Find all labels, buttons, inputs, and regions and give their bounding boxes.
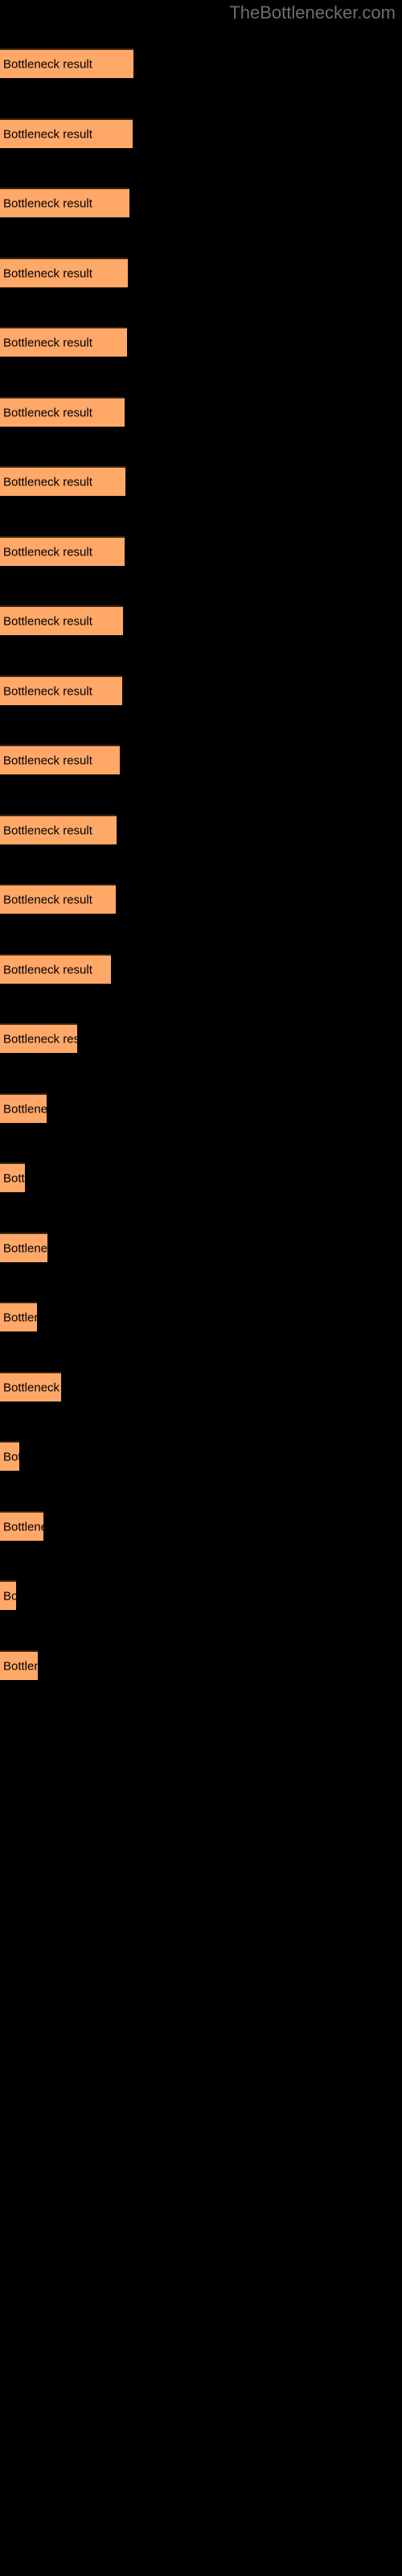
bar-3[interactable]: Bottleneck result (0, 188, 129, 217)
bar-6[interactable]: Bottleneck result (0, 397, 125, 427)
bar-11[interactable]: Bottleneck result (0, 745, 120, 774)
bar-row: Bottleneck result (0, 1232, 402, 1262)
bar-row: Bottleneck result (0, 1093, 402, 1123)
bar-label: Bottleneck result (3, 406, 92, 419)
bar-5[interactable]: Bottleneck result (0, 327, 127, 357)
bar-18[interactable]: Bottleneck result (0, 1232, 47, 1262)
bar-label: Bottleneck result (3, 1381, 61, 1394)
bar-row: Bottleneck result (0, 1302, 402, 1331)
bar-label: Bottleneck result (3, 196, 92, 210)
bar-row: Bottleneck result (0, 1511, 402, 1541)
bar-label: Bottleneck result (3, 1450, 19, 1463)
bar-row: Bottleneck result (0, 48, 402, 78)
bar-row: Bottleneck result (0, 1441, 402, 1471)
bar-row: Bottleneck result (0, 1162, 402, 1192)
bar-10[interactable]: Bottleneck result (0, 675, 122, 705)
bar-20[interactable]: Bottleneck result (0, 1372, 61, 1402)
bar-14[interactable]: Bottleneck result (0, 954, 111, 984)
bottleneck-bar-chart: Bottleneck result Bottleneck result Bottle… (0, 0, 402, 2576)
bar-row: Bottleneck result (0, 188, 402, 217)
bar-4[interactable]: Bottleneck result (0, 258, 128, 287)
bar-label: Bottleneck result (3, 57, 92, 71)
bar-24[interactable]: Bottleneck result (0, 1650, 38, 1680)
bar-label: Bottleneck result (3, 1102, 47, 1116)
bar-label: Bottleneck result (3, 266, 92, 280)
bar-row: Bottleneck result (0, 745, 402, 774)
bar-17[interactable]: Bottleneck result (0, 1162, 25, 1192)
bar-row: Bottleneck result (0, 815, 402, 844)
bar-label: Bottleneck result (3, 1032, 77, 1046)
bar-23[interactable]: Bottleneck result (0, 1580, 16, 1610)
bar-row: Bottleneck result (0, 397, 402, 427)
bar-row: Bottleneck result (0, 466, 402, 496)
bar-label: Bottleneck result (3, 475, 92, 489)
bar-row: Bottleneck result (0, 954, 402, 984)
bar-row: Bottleneck result (0, 327, 402, 357)
bar-8[interactable]: Bottleneck result (0, 536, 125, 566)
bar-12[interactable]: Bottleneck result (0, 815, 117, 844)
bar-row: Bottleneck result (0, 675, 402, 705)
bar-row: Bottleneck result (0, 1372, 402, 1402)
bar-label: Bottleneck result (3, 893, 92, 906)
bar-label: Bottleneck result (3, 684, 92, 698)
bar-21[interactable]: Bottleneck result (0, 1441, 19, 1471)
bar-16[interactable]: Bottleneck result (0, 1093, 47, 1123)
bar-label: Bottleneck result (3, 824, 92, 837)
bar-row: Bottleneck result (0, 1650, 402, 1680)
bar-row: Bottleneck result (0, 1023, 402, 1053)
bar-19[interactable]: Bottleneck result (0, 1302, 37, 1331)
bar-label: Bottleneck result (3, 1311, 37, 1324)
bar-15[interactable]: Bottleneck result (0, 1023, 77, 1053)
bar-2[interactable]: Bottleneck result (0, 118, 133, 148)
bar-label: Bottleneck result (3, 1171, 25, 1185)
bar-row: Bottleneck result (0, 1580, 402, 1610)
bar-row: Bottleneck result (0, 258, 402, 287)
bar-row: Bottleneck result (0, 118, 402, 148)
bar-22[interactable]: Bottleneck result (0, 1511, 43, 1541)
bar-label: Bottleneck result (3, 614, 92, 628)
bar-label: Bottleneck result (3, 336, 92, 349)
bar-label: Bottleneck result (3, 1520, 43, 1534)
bar-1[interactable]: Bottleneck result (0, 48, 133, 78)
bar-label: Bottleneck result (3, 1589, 16, 1603)
bar-label: Bottleneck result (3, 1659, 38, 1673)
bar-label: Bottleneck result (3, 127, 92, 141)
bar-label: Bottleneck result (3, 753, 92, 767)
bar-label: Bottleneck result (3, 545, 92, 559)
bar-9[interactable]: Bottleneck result (0, 605, 123, 635)
bar-label: Bottleneck result (3, 963, 92, 976)
bar-7[interactable]: Bottleneck result (0, 466, 125, 496)
bar-row: Bottleneck result (0, 536, 402, 566)
bar-13[interactable]: Bottleneck result (0, 884, 116, 914)
bar-row: Bottleneck result (0, 884, 402, 914)
bar-row: Bottleneck result (0, 605, 402, 635)
bar-label: Bottleneck result (3, 1241, 47, 1255)
